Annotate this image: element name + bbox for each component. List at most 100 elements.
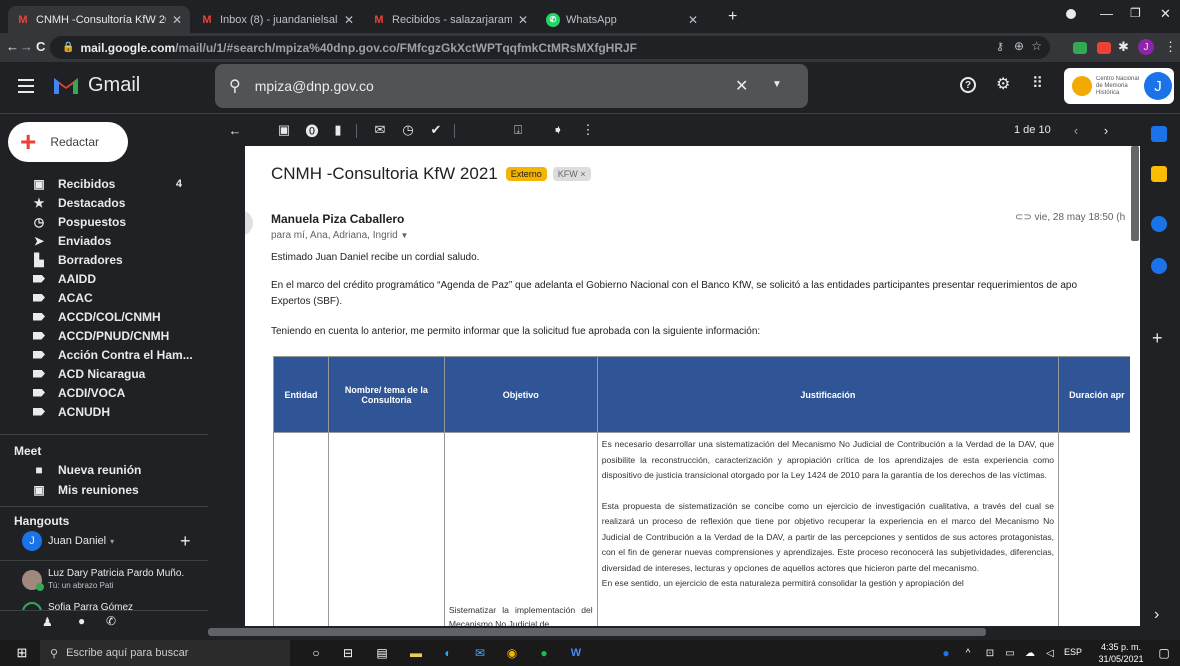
new-tab-button[interactable]: + [728,8,737,26]
key-icon[interactable]: ⚷ [996,40,1004,53]
forward-icon[interactable]: → [20,39,33,54]
add-task-icon[interactable]: ✔ [426,120,446,140]
search-icon[interactable]: ⚲ [229,76,241,96]
meet-my-meetings[interactable]: ▣ Mis reuniones [0,480,200,499]
extension-icon[interactable] [1073,42,1087,54]
sidebar-item[interactable]: ◷ Pospuestos [0,212,200,231]
move-to-icon[interactable]: ⍗ [508,120,528,140]
spotify-icon[interactable]: ● [534,643,554,663]
person-icon[interactable]: ♟ [42,615,53,629]
sidebar-item[interactable]: ACD Nicaragua [0,364,200,383]
maximize-icon[interactable]: ❐ [1130,6,1141,20]
word-icon[interactable]: W [566,643,586,663]
browser-tab[interactable]: M Recibidos - salazarjaramillojuand ✕ [364,6,536,33]
new-conversation-icon[interactable]: + [180,531,191,552]
sidebar-item[interactable]: ACCD/COL/CNMH [0,307,200,326]
search-bar[interactable]: ⚲ mpiza@dnp.gov.co ✕ ▼ [215,64,808,108]
cortana-icon[interactable]: ○ [306,643,326,663]
horizontal-scrollbar[interactable] [208,626,1130,638]
apps-grid-icon[interactable]: ⠿ [1032,74,1043,92]
sidebar-item[interactable]: ACCD/PNUD/CNMH [0,326,200,345]
hangouts-contact[interactable]: Luz Dary Patricia Pardo Muño. Tú: un abr… [22,568,208,594]
browser-tab-active[interactable]: M CNMH -Consultoría KfW 2021 - j ✕ [8,6,190,33]
sender-name[interactable]: Manuela Piza Caballero [271,212,404,226]
mark-unread-icon[interactable]: ✉ [370,120,390,140]
tab-close-icon[interactable]: ✕ [344,13,354,27]
keep-icon[interactable] [1151,166,1167,182]
back-icon[interactable]: ← [6,39,19,54]
sidebar-item[interactable]: Acción Contra el Ham... [0,345,200,364]
store-icon[interactable]: ▤ [372,643,392,663]
archive-icon[interactable]: ▣ [274,120,294,140]
sidebar-item[interactable]: ACDI/VOCA [0,383,200,402]
sidebar-item[interactable]: ACAC [0,288,200,307]
notifications-icon[interactable]: ▢ [1154,643,1174,663]
back-to-list-icon[interactable]: ← [225,120,245,140]
mail-app-icon[interactable]: ✉ [470,643,490,663]
older-icon[interactable]: › [1096,120,1116,140]
close-window-icon[interactable]: ✕ [1160,6,1171,22]
network-tray-icon[interactable]: ⊡ [980,643,1000,663]
sidebar-item[interactable]: ➤ Enviados [0,231,200,250]
tasks-icon[interactable] [1151,216,1167,232]
settings-gear-icon[interactable]: ⚙ [996,74,1010,94]
meet-new-meeting[interactable]: ■ Nueva reunión [0,460,200,479]
recipients-line[interactable]: para mí, Ana, Adriana, Ingrid ▼ [271,230,408,241]
search-options-icon[interactable]: ▼ [772,79,782,90]
onedrive-icon[interactable]: ☁ [1020,643,1040,663]
tab-search-icon[interactable] [1066,9,1076,19]
vertical-scrollbar-thumb[interactable] [1131,146,1139,241]
compose-button[interactable]: + Redactar [8,122,128,162]
tab-close-icon[interactable]: ✕ [518,13,528,27]
bookmark-star-icon[interactable]: ☆ [1031,39,1042,53]
tray-chevron-icon[interactable]: ^ [958,643,978,663]
main-menu-icon[interactable] [18,79,34,93]
chrome-icon[interactable]: ◉ [502,643,522,663]
minimize-icon[interactable]: — [1100,6,1113,21]
get-addons-icon[interactable]: + [1152,328,1163,349]
sidebar-item[interactable]: ACNUDH [0,402,200,421]
label-icon[interactable]: ➧ [548,120,568,140]
account-avatar[interactable]: J [1144,72,1172,100]
taskbar-search-box[interactable]: ⚲ Escribe aquí para buscar [40,640,290,666]
help-icon[interactable]: ? [960,77,976,93]
vertical-scrollbar[interactable] [1130,146,1140,626]
newer-icon[interactable]: ‹ [1066,120,1086,140]
reload-icon[interactable]: C [36,39,45,54]
url-field[interactable]: 🔒 mail.google.com /mail/u/1/#search/mpiz… [50,36,1050,59]
horizontal-scrollbar-thumb[interactable] [208,628,986,636]
task-view-icon[interactable]: ⊟ [338,643,358,663]
calendar-icon[interactable] [1151,126,1167,142]
volume-icon[interactable]: ◁ [1040,643,1060,663]
phone-icon[interactable]: ✆ [106,614,116,628]
snooze-icon[interactable]: ◷ [398,120,418,140]
delete-icon[interactable]: ▮ [328,120,348,140]
language-indicator[interactable]: ESP [1064,647,1082,657]
more-options-icon[interactable]: ⋮ [578,120,598,140]
search-input[interactable]: mpiza@dnp.gov.co [255,78,374,94]
report-spam-icon[interactable]: ⓿ [302,120,322,140]
edge-icon[interactable]: ◐ [438,643,458,663]
puzzle-extensions-icon[interactable]: ✱ [1118,39,1129,55]
extension-icon[interactable] [1097,42,1111,54]
browser-tab[interactable]: ✆ WhatsApp ✕ [538,6,706,33]
sidebar-item[interactable]: ▙ Borradores [0,250,200,269]
browser-menu-icon[interactable]: ⋮ [1164,39,1177,55]
show-side-panel-icon[interactable]: › [1154,606,1159,624]
profile-avatar[interactable]: J [1138,39,1154,55]
zoom-icon[interactable]: ⊕ [1014,39,1024,53]
windows-start-icon[interactable]: ⊞ [12,643,32,663]
sidebar-item[interactable]: AAIDD [0,269,200,288]
chat-bubble-icon[interactable]: ● [78,614,85,628]
taskbar-clock[interactable]: 4:35 p. m. 31/05/2021 [1096,641,1146,665]
tab-close-icon[interactable]: ✕ [172,13,182,27]
label-chip-kfw[interactable]: KFW × [552,167,591,181]
help-tray-icon[interactable]: ● [936,643,956,663]
battery-icon[interactable]: ▭ [1000,643,1020,663]
sidebar-item[interactable]: ★ Destacados [0,193,200,212]
hangouts-user[interactable]: J Juan Daniel ▾ + [22,530,191,552]
contacts-icon[interactable] [1151,258,1167,274]
file-explorer-icon[interactable]: ▬ [406,643,426,663]
sidebar-item[interactable]: ▣ Recibidos 4 [0,174,200,193]
clear-search-icon[interactable]: ✕ [735,76,748,96]
